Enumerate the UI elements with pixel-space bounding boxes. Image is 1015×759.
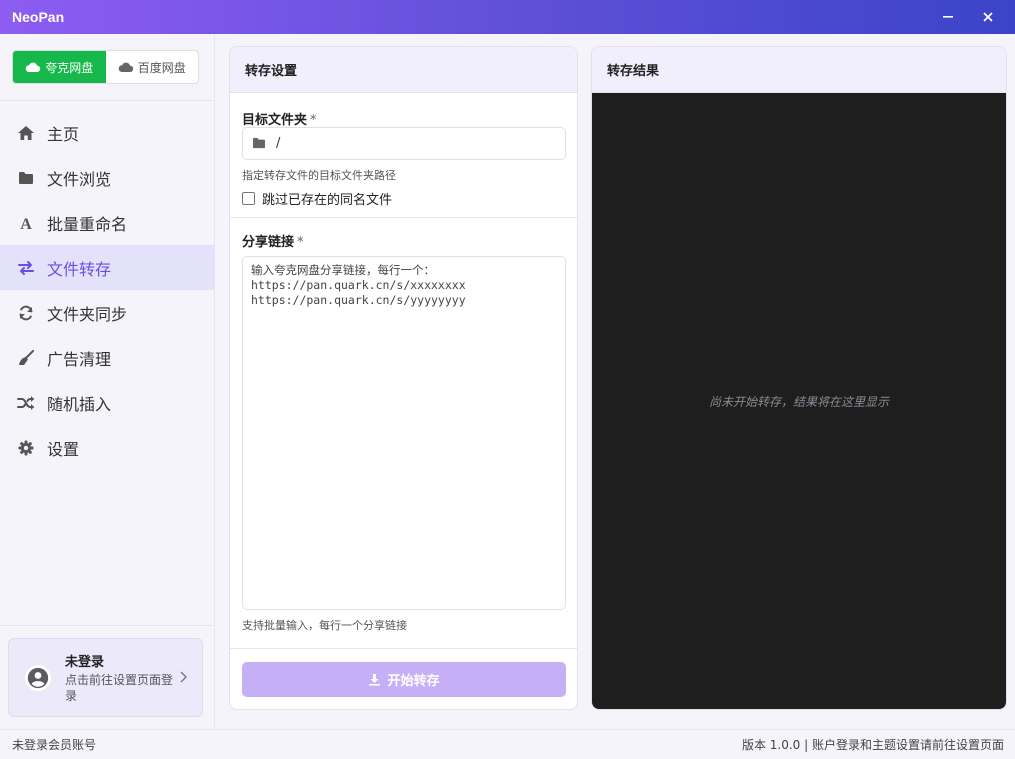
target-folder-label-text: 目标文件夹 (242, 113, 308, 128)
nav-item-settings[interactable]: 设置 (0, 425, 215, 470)
nav-item-folder-sync[interactable]: 文件夹同步 (0, 290, 215, 335)
user-icon (27, 667, 49, 688)
nav-label: 广告清理 (47, 349, 112, 369)
required-mark: * (297, 235, 304, 250)
folder-icon (16, 168, 36, 188)
status-bar: 未登录会员账号 版本 1.0.0 | 账户登录和主题设置请前往设置页面 (0, 729, 1015, 759)
skip-existing-checkbox[interactable] (242, 192, 255, 205)
target-folder-help: 指定转存文件的目标文件夹路径 (242, 169, 396, 182)
placeholder-line: https://pan.quark.cn/s/yyyyyyyy (251, 293, 466, 307)
app-title: NeoPan (12, 9, 65, 25)
nav-item-file-browser[interactable]: 文件浏览 (0, 155, 215, 200)
close-icon (983, 12, 993, 22)
nav-label: 主页 (47, 124, 80, 144)
gear-icon (16, 438, 36, 458)
user-name: 未登录 (65, 655, 105, 670)
sidebar: 夸克网盘 百度网盘 主页 文件浏览 A 批量重命名 文件转存 文件夹同步 广告清… (0, 34, 215, 729)
target-folder-input[interactable]: / (242, 127, 566, 160)
divider (230, 648, 577, 649)
folder-icon (252, 134, 266, 153)
divider (0, 625, 215, 626)
drive-tab-quark[interactable]: 夸克网盘 (13, 51, 106, 83)
transfer-result-panel: 转存结果 尚未开始转存，结果将在这里显示 (591, 46, 1007, 710)
user-text: 未登录 点击前往设置页面登录 (65, 651, 175, 704)
shuffle-icon (16, 393, 36, 413)
close-button[interactable] (971, 0, 1005, 34)
share-link-help: 支持批量输入，每行一个分享链接 (242, 619, 407, 632)
divider (0, 100, 215, 101)
nav-item-ad-cleanup[interactable]: 广告清理 (0, 335, 215, 380)
skip-existing-row[interactable]: 跳过已存在的同名文件 (242, 189, 392, 208)
download-icon (369, 674, 381, 686)
font-icon: A (16, 213, 36, 233)
nav-menu: 主页 文件浏览 A 批量重命名 文件转存 文件夹同步 广告清理 随机插入 设置 (0, 110, 215, 470)
nav-label: 文件浏览 (47, 169, 112, 189)
nav-item-batch-rename[interactable]: A 批量重命名 (0, 200, 215, 245)
home-icon (16, 123, 36, 143)
nav-label: 文件转存 (47, 259, 112, 279)
nav-label: 设置 (47, 439, 80, 459)
minimize-icon (943, 16, 953, 18)
nav-item-random-insert[interactable]: 随机插入 (0, 380, 215, 425)
required-mark: * (310, 113, 317, 128)
nav-label: 随机插入 (47, 394, 112, 414)
status-right: 版本 1.0.0 | 账户登录和主题设置请前往设置页面 (741, 738, 1004, 752)
minimize-button[interactable] (931, 0, 965, 34)
placeholder-line: https://pan.quark.cn/s/xxxxxxxx (251, 278, 466, 292)
drive-tab-label: 百度网盘 (137, 60, 186, 75)
user-hint: 点击前往设置页面登录 (65, 673, 174, 703)
transfer-settings-panel: 转存设置 目标文件夹 * / 指定转存文件的目标文件夹路径 跳过已存在的同名文件 … (229, 46, 578, 710)
drive-tab-label: 夸克网盘 (45, 60, 94, 75)
avatar (25, 664, 51, 691)
panel-title: 转存设置 (230, 47, 577, 93)
user-login-card[interactable]: 未登录 点击前往设置页面登录 (8, 638, 203, 717)
target-folder-label: 目标文件夹 * (242, 109, 317, 128)
chevron-right-icon (179, 668, 187, 687)
share-link-label-text: 分享链接 (242, 235, 295, 250)
sync-icon (16, 303, 36, 323)
cloud-icon (118, 62, 133, 72)
transfer-icon (16, 258, 36, 278)
result-output: 尚未开始转存，结果将在这里显示 (592, 93, 1006, 709)
drive-tab-baidu[interactable]: 百度网盘 (106, 51, 199, 83)
broom-icon (16, 348, 36, 368)
cloud-icon (25, 62, 41, 72)
nav-label: 文件夹同步 (47, 304, 128, 324)
svg-text:A: A (20, 216, 32, 231)
status-left: 未登录会员账号 (12, 738, 97, 752)
target-folder-value: / (276, 136, 281, 151)
skip-existing-label: 跳过已存在的同名文件 (262, 193, 393, 208)
drive-switcher: 夸克网盘 百度网盘 (12, 50, 199, 84)
start-transfer-button[interactable]: 开始转存 (242, 662, 566, 697)
result-empty-text: 尚未开始转存，结果将在这里显示 (708, 394, 889, 409)
nav-label: 批量重命名 (47, 214, 128, 234)
placeholder-line: 输入夸克网盘分享链接，每行一个： (251, 263, 435, 277)
share-link-label: 分享链接 * (242, 231, 304, 250)
panel-title: 转存结果 (592, 47, 1006, 93)
divider (230, 217, 577, 218)
title-bar: NeoPan (0, 0, 1015, 34)
nav-item-home[interactable]: 主页 (0, 110, 215, 155)
start-transfer-label: 开始转存 (387, 674, 440, 689)
nav-item-file-transfer[interactable]: 文件转存 (0, 245, 215, 290)
share-link-textarea[interactable]: 输入夸克网盘分享链接，每行一个： https://pan.quark.cn/s/… (242, 256, 566, 610)
